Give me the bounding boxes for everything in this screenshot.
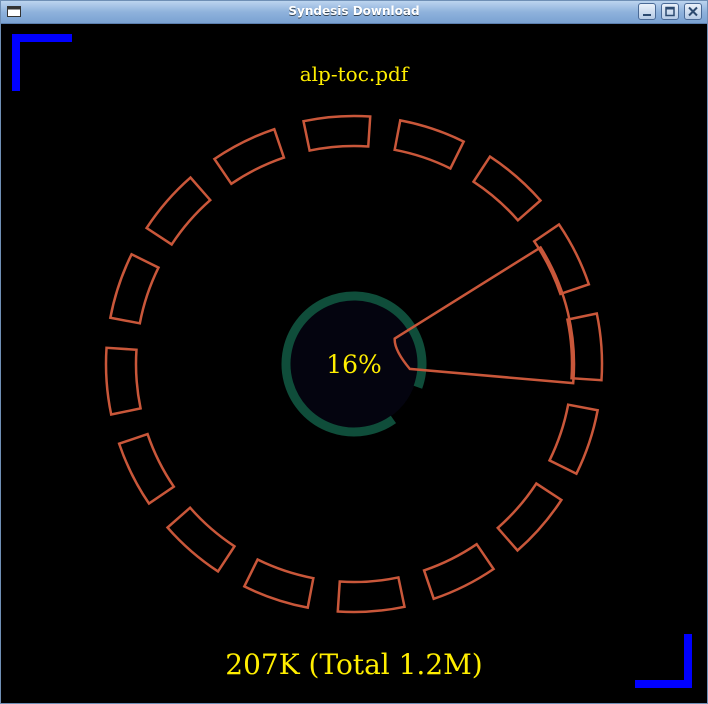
ring-segment (393, 118, 466, 171)
minimize-button[interactable] (638, 3, 656, 20)
close-button[interactable] (684, 3, 702, 20)
maximize-button[interactable] (661, 3, 679, 20)
ring-segment (212, 127, 286, 186)
ring-segment (242, 557, 315, 610)
ring-segment (165, 505, 237, 574)
download-window: Syndesis Download 16% alp-toc.pdf 207K (… (0, 0, 708, 704)
title-bar[interactable]: Syndesis Download (1, 1, 707, 24)
ring-segment (532, 222, 591, 296)
ring-segment (336, 575, 406, 614)
window-title: Syndesis Download (288, 4, 420, 18)
ring-segment (117, 432, 176, 506)
percent-label: 16% (326, 350, 382, 379)
ring-segment (495, 481, 564, 553)
ring-segment (144, 175, 213, 247)
download-canvas: 16% alp-toc.pdf 207K (Total 1.2M) (2, 24, 706, 703)
minimize-icon (643, 14, 651, 16)
file-name: alp-toc.pdf (299, 62, 409, 86)
close-icon (688, 6, 698, 17)
ring-segment (422, 542, 496, 601)
maximize-icon (665, 6, 675, 17)
ring-segment (302, 114, 372, 153)
ring-segment (547, 403, 600, 476)
ring-segment (471, 154, 543, 223)
ring-segment (104, 346, 143, 416)
download-size: 207K (Total 1.2M) (225, 648, 483, 681)
ring-segment (108, 252, 161, 325)
